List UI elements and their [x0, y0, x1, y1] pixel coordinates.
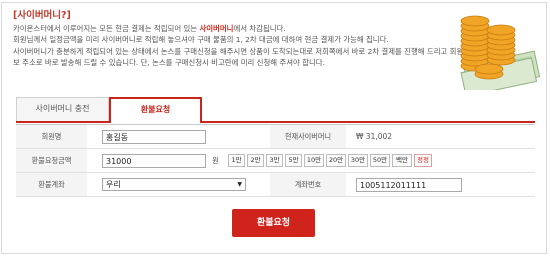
info-line2: 회원님께서 일정금액을 미리 사이버머니로 적립해 놓으셔야 구매 물품의 1,…	[13, 35, 389, 45]
name-input[interactable]: 홍길동	[102, 130, 206, 144]
bank-select-value: 우리	[106, 180, 121, 189]
amount-button-500k[interactable]: 50만	[370, 154, 390, 167]
form-row-amount: 환불요청금액 31000 원 1만 2만 3만 5만 10만 20만 30만 5…	[16, 149, 535, 173]
amount-button-20k[interactable]: 2만	[247, 154, 264, 167]
info-line1-post: 에서 차감됩니다.	[233, 24, 286, 33]
amount-label: 환불요청금액	[16, 149, 87, 172]
refund-submit-button[interactable]: 환불요청	[232, 209, 315, 237]
bank-select[interactable]: 우리 ▼	[102, 178, 246, 191]
account-number-input[interactable]: 1005112011111	[356, 178, 462, 192]
amount-button-200k[interactable]: 20만	[326, 154, 346, 167]
info-line3: 사이버머니가 충분하게 적립되어 있는 상태에서 논스를 구매신청을 해주시면 …	[13, 46, 471, 67]
amount-button-300k[interactable]: 30만	[348, 154, 368, 167]
info-line1-highlight: 사이버머니	[199, 24, 234, 33]
amount-button-10k[interactable]: 1만	[228, 154, 245, 167]
tab-cybermoney-charge[interactable]: 사이버머니 충전	[16, 97, 109, 121]
balance-label: 현재사이버머니	[270, 125, 346, 148]
tab-refund-request[interactable]: 환불요청	[109, 97, 202, 123]
bank-label: 환불계좌	[16, 173, 87, 196]
dropdown-arrow-icon: ▼	[237, 181, 242, 188]
info-line1-pre: 카이온스터에서 이루어지는 모든 현금 결제는 적립되어 있는	[13, 24, 200, 33]
amount-button-30k[interactable]: 3만	[266, 154, 283, 167]
amount-reset-button[interactable]: 정정	[414, 154, 432, 167]
amount-button-1m[interactable]: 백만	[392, 154, 412, 167]
name-label: 회원명	[16, 125, 87, 148]
amount-button-100k[interactable]: 10만	[304, 154, 324, 167]
balance-value: ₩ 31,002	[356, 132, 393, 141]
info-text: 카이온스터에서 이루어지는 모든 현금 결제는 적립되어 있는 사이버머니에서 …	[13, 23, 475, 68]
refund-form: 회원명 홍길동 현재사이버머니 ₩ 31,002 환불요청금액 31000 원 …	[16, 124, 535, 197]
form-row-bank: 환불계좌 우리 ▼ 계좌번호 1005112011111	[16, 173, 535, 197]
coins-money-icon	[460, 15, 541, 90]
tab-bar: 사이버머니 충전 환불요청	[16, 97, 535, 123]
amount-button-50k[interactable]: 5만	[285, 154, 302, 167]
form-row-name: 회원명 홍길동 현재사이버머니 ₩ 31,002	[16, 124, 535, 149]
info-title: [사이버머니?]	[13, 10, 71, 21]
amount-unit: 원	[212, 156, 219, 165]
amount-input[interactable]: 31000	[102, 154, 206, 168]
account-label: 계좌번호	[270, 173, 346, 196]
